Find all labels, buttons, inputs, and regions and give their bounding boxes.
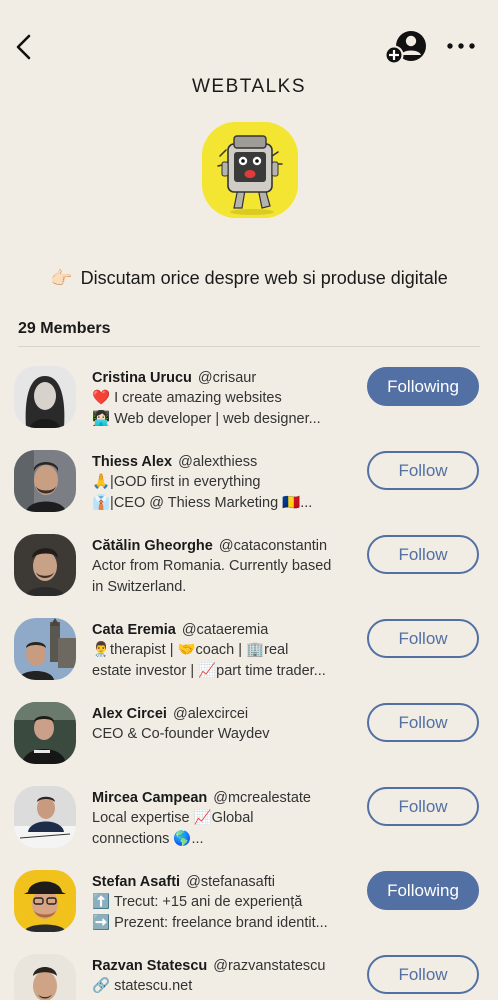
member-bio-line-1: ❤️ I create amazing websites: [92, 390, 282, 406]
following-button[interactable]: Following: [367, 871, 479, 910]
follow-button[interactable]: Follow: [367, 787, 479, 826]
member-handle: @cataeremia: [181, 622, 269, 638]
member-info: Cata Eremia @cataeremia 👨‍⚕️therapist | 🤝…: [92, 620, 358, 682]
member-row[interactable]: Cristina Urucu @crisaur ❤️ I create amazi…: [0, 366, 498, 450]
member-handle: @razvanstatescu: [213, 958, 326, 974]
member-row[interactable]: Stefan Asafti @stefanasafti ⬆️ Trecut: +1…: [0, 870, 498, 954]
member-name[interactable]: Alex Circei: [92, 706, 167, 722]
avatar[interactable]: [14, 954, 76, 1000]
add-member-button[interactable]: [383, 28, 429, 66]
member-bio-line-1: 👨‍⚕️therapist | 🤝coach | 🏢real: [92, 642, 289, 658]
member-info: Thiess Alex @alexthiess 🙏|GOD first in ev…: [92, 452, 358, 514]
member-bio-line-1: 🙏|GOD first in everything: [92, 474, 261, 490]
member-row[interactable]: Cata Eremia @cataeremia 👨‍⚕️therapist | 🤝…: [0, 618, 498, 702]
member-name[interactable]: Thiess Alex: [92, 454, 172, 470]
member-handle: @cataconstantin: [218, 538, 328, 554]
member-info: Stefan Asafti @stefanasafti ⬆️ Trecut: +1…: [92, 872, 358, 934]
member-row[interactable]: Alex Circei @alexcircei CEO & Co-founder …: [0, 702, 498, 786]
member-bio-line-1: ⬆️ Trecut: +15 ani de experiență: [92, 894, 303, 910]
member-bio-line-2: 👔|CEO @ Thiess Marketing 🇷🇴...: [92, 495, 313, 511]
member-bio-line-2: connections 🌎...: [92, 831, 204, 847]
club-avatar[interactable]: [202, 122, 298, 218]
member-handle: @mcrealestate: [213, 790, 311, 806]
members-count: 29 Members: [18, 320, 111, 337]
following-button[interactable]: Following: [367, 367, 479, 406]
club-description-text: Discutam orice despre web si produse dig…: [80, 268, 448, 288]
member-row[interactable]: Mircea Campean @mcrealestate Local expert…: [0, 786, 498, 870]
member-row[interactable]: Razvan Statescu @razvanstatescu 🔗 statesc…: [0, 954, 498, 1000]
follow-button[interactable]: Follow: [367, 535, 479, 574]
member-name[interactable]: Cristina Urucu: [92, 370, 192, 386]
follow-button[interactable]: Follow: [367, 619, 479, 658]
member-name[interactable]: Stefan Asafti: [92, 874, 180, 890]
member-handle: @alexthiess: [178, 454, 258, 470]
pointing-hand-icon: 👉🏻: [50, 268, 73, 288]
top-bar: [0, 0, 498, 70]
club-screen: WEBTALKS 👉🏻 Discutam orice despre web si …: [0, 0, 498, 1000]
add-user-icon: [384, 31, 426, 65]
follow-button[interactable]: Follow: [367, 703, 479, 742]
member-bio-line-2: ➡️ Prezent: freelance brand identit...: [92, 915, 328, 931]
avatar[interactable]: [14, 534, 76, 596]
member-bio-line-1: Actor from Romania. Currently based: [92, 558, 332, 574]
divider: [18, 346, 480, 347]
member-handle: @stefanasafti: [186, 874, 275, 890]
member-row[interactable]: Thiess Alex @alexthiess 🙏|GOD first in ev…: [0, 450, 498, 534]
member-name[interactable]: Mircea Campean: [92, 790, 207, 806]
member-info: Alex Circei @alexcircei CEO & Co-founder …: [92, 704, 358, 745]
club-description: 👉🏻 Discutam orice despre web si produse d…: [0, 268, 498, 289]
member-info: Mircea Campean @mcrealestate Local expert…: [92, 788, 358, 850]
follow-button[interactable]: Follow: [367, 955, 479, 994]
robot-icon: [202, 122, 298, 218]
more-horizontal-icon: [447, 43, 475, 49]
avatar[interactable]: [14, 618, 76, 680]
avatar[interactable]: [14, 786, 76, 848]
member-name[interactable]: Cătălin Gheorghe: [92, 538, 213, 554]
member-info: Cristina Urucu @crisaur ❤️ I create amazi…: [92, 368, 358, 430]
club-title: WEBTALKS: [191, 76, 307, 97]
avatar[interactable]: [14, 702, 76, 764]
member-info: Razvan Statescu @razvanstatescu 🔗 statesc…: [92, 956, 358, 997]
avatar[interactable]: [14, 870, 76, 932]
member-info: Cătălin Gheorghe @cataconstantin Actor fr…: [92, 536, 358, 598]
member-row[interactable]: Cătălin Gheorghe @cataconstantin Actor fr…: [0, 534, 498, 618]
member-name[interactable]: Cata Eremia: [92, 622, 176, 638]
member-bio-line-1: Local expertise 📈Global: [92, 810, 254, 826]
chevron-left-icon: [16, 34, 31, 60]
member-bio-line-1: CEO & Co-founder Waydev: [92, 726, 270, 742]
member-handle: @alexcircei: [172, 706, 249, 722]
member-handle: @crisaur: [197, 370, 257, 386]
members-list: Cristina Urucu @crisaur ❤️ I create amazi…: [0, 366, 498, 1000]
member-bio-line-1: 🔗 statescu.net: [92, 978, 193, 994]
member-bio-line-2: estate investor | 📈part time trader...: [92, 663, 326, 679]
avatar[interactable]: [14, 366, 76, 428]
member-bio-line-2: 👩🏻‍💻 Web developer | web designer...: [92, 411, 321, 427]
follow-button[interactable]: Follow: [367, 451, 479, 490]
back-button[interactable]: [10, 30, 40, 64]
more-options-button[interactable]: [444, 36, 478, 56]
member-bio-line-2: in Switzerland.: [92, 579, 187, 595]
member-name[interactable]: Razvan Statescu: [92, 958, 207, 974]
avatar[interactable]: [14, 450, 76, 512]
